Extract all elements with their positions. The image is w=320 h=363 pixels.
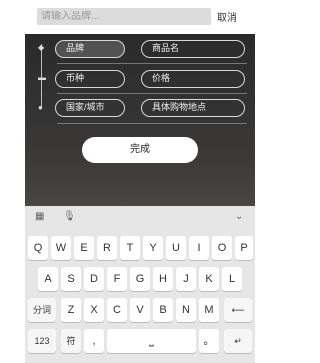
key-y[interactable]: Y [143, 236, 163, 260]
chevron-down-icon[interactable]: ⌄ [235, 211, 243, 223]
key-z[interactable]: Z [61, 298, 81, 322]
key-p[interactable]: P [235, 236, 253, 260]
key-t[interactable]: T [120, 236, 140, 260]
backspace-key[interactable]: ⟵ [224, 298, 252, 322]
microphone-icon[interactable]: 🎙 [63, 211, 76, 223]
divider [57, 93, 247, 94]
key-w[interactable]: W [51, 236, 71, 260]
tag-icon: ◆ [38, 43, 45, 52]
space-key[interactable]: ⎵ [107, 329, 196, 353]
key-d[interactable]: D [84, 267, 104, 291]
key-a[interactable]: A [38, 267, 58, 291]
grid-icon[interactable]: ▦ [35, 211, 44, 223]
key-o[interactable]: O [212, 236, 232, 260]
key-m[interactable]: M [199, 298, 219, 322]
fenci-key[interactable]: 分词 [28, 298, 56, 322]
filter-price[interactable]: 价格 [141, 70, 245, 88]
space-icon: ⎵ [149, 335, 154, 347]
done-button[interactable]: 完成 [82, 137, 198, 163]
filter-panel: ◆ ▬ ● 品牌 商品名 币种 价格 国家/城市 具体购物地点 完成 [25, 34, 255, 206]
backspace-icon: ⟵ [231, 305, 245, 315]
filter-country-city[interactable]: 国家/城市 [55, 99, 125, 117]
location-pin-icon: ● [38, 103, 43, 112]
filter-screen: 取消 ◆ ▬ ● 品牌 商品名 币种 价格 国家/城市 具体购物地点 完成 ▦ … [0, 0, 271, 363]
key-l[interactable]: L [222, 267, 242, 291]
key-b[interactable]: B [153, 298, 173, 322]
key-h[interactable]: H [153, 267, 173, 291]
key-s[interactable]: S [61, 267, 81, 291]
key-f[interactable]: F [107, 267, 127, 291]
search-input[interactable] [41, 11, 211, 22]
cancel-button[interactable]: 取消 [217, 9, 237, 24]
key-j[interactable]: J [176, 267, 196, 291]
divider [57, 63, 247, 64]
search-field[interactable] [37, 8, 211, 25]
key-q[interactable]: Q [28, 236, 48, 260]
key-e[interactable]: E [74, 236, 94, 260]
currency-icon: ▬ [38, 73, 46, 82]
filter-currency[interactable]: 币种 [55, 70, 125, 88]
filter-shopping-location[interactable]: 具体购物地点 [141, 99, 245, 117]
search-bar: 取消 [25, 0, 255, 34]
filter-brand[interactable]: 品牌 [55, 40, 125, 58]
key-n[interactable]: N [176, 298, 196, 322]
comma-key[interactable]: , [84, 329, 104, 353]
return-key[interactable]: ↵ [224, 329, 252, 353]
key-c[interactable]: C [107, 298, 127, 322]
keyboard-toolbar: ▦ 🎙 ⌄ [25, 206, 255, 228]
symbol-key[interactable]: 符 [61, 329, 81, 353]
key-g[interactable]: G [130, 267, 150, 291]
key-i[interactable]: I [189, 236, 209, 260]
numbers-key[interactable]: 123 [28, 329, 56, 353]
return-icon: ↵ [234, 336, 242, 346]
key-u[interactable]: U [166, 236, 186, 260]
divider [57, 123, 247, 124]
filter-product-name[interactable]: 商品名 [141, 40, 245, 58]
keyboard: ▦ 🎙 ⌄ Q W E R T Y U I O P A S D F G H J … [25, 206, 255, 363]
period-key[interactable]: 。 [199, 329, 219, 353]
key-r[interactable]: R [97, 236, 117, 260]
key-v[interactable]: V [130, 298, 150, 322]
key-k[interactable]: K [199, 267, 219, 291]
key-x[interactable]: X [84, 298, 104, 322]
